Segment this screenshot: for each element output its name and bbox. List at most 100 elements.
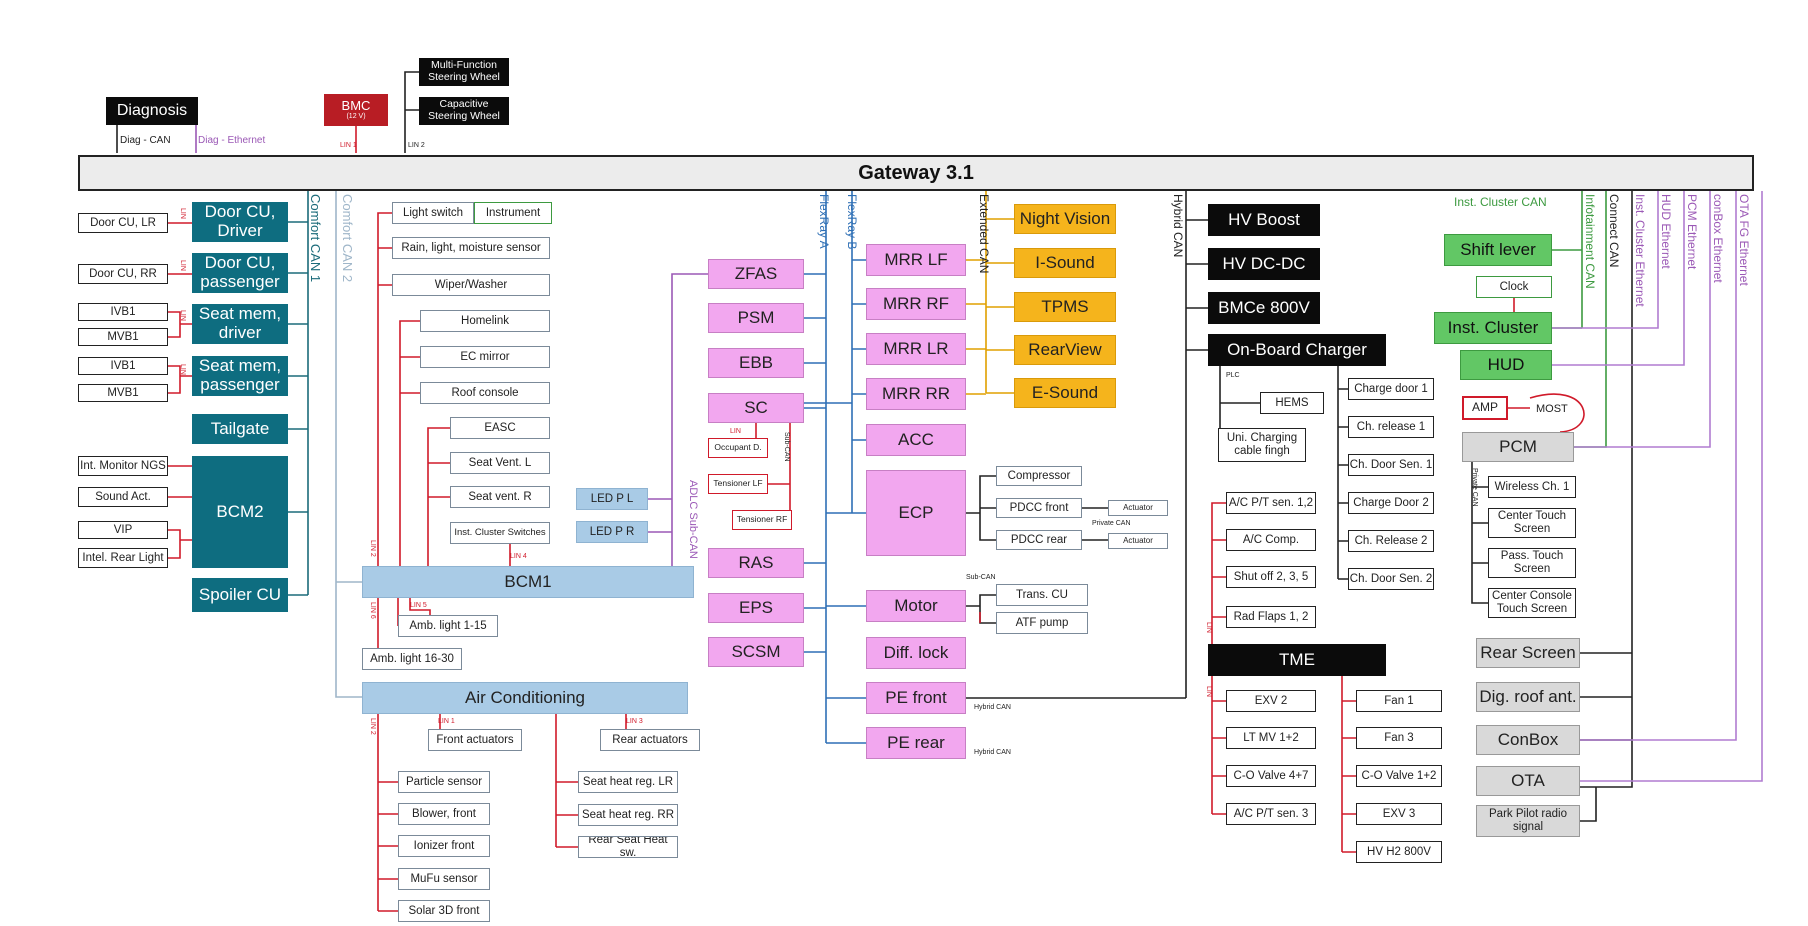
inst-cluster-can-label: Inst. Cluster CAN bbox=[1454, 195, 1547, 209]
roof-console-box: Roof console bbox=[420, 382, 550, 404]
shut-off-box: Shut off 2, 3, 5 bbox=[1226, 566, 1316, 588]
instrument-box: Instrument bbox=[474, 202, 552, 224]
comfort-can1-label: Comfort CAN 1 bbox=[308, 194, 323, 283]
rear-actuators-box: Rear actuators bbox=[600, 729, 700, 751]
i-sound-box: I-Sound bbox=[1014, 248, 1116, 278]
bmc-box: BMC (12 V) bbox=[324, 94, 388, 126]
private-can-ecp-label: Private CAN bbox=[1092, 520, 1131, 527]
door-cu-passenger-box: Door CU, passenger bbox=[192, 253, 288, 293]
inst-cluster-switches-box: Inst. Cluster Switches bbox=[450, 522, 550, 544]
lin-tme-bottom-label: LIN bbox=[1205, 686, 1212, 697]
wiper-washer-box: Wiper/Washer bbox=[392, 274, 550, 296]
led-pl-box: LED P L bbox=[576, 488, 648, 510]
hv-dcdc-box: HV DC-DC bbox=[1208, 248, 1320, 280]
private-can-pcm-label: Private CAN bbox=[1471, 468, 1478, 507]
bmc-voltage: (12 V) bbox=[346, 113, 366, 121]
bmc-label: BMC bbox=[341, 98, 371, 113]
inst-cluster-can-wire bbox=[1552, 191, 1583, 329]
diagnosis-box: Diagnosis bbox=[106, 97, 198, 125]
mrr-lf-box: MRR LF bbox=[866, 244, 966, 276]
ivb1-driver-box: IVB1 bbox=[78, 303, 168, 321]
multifunction-steering-wheel-box: Multi-Function Steering Wheel bbox=[419, 58, 509, 86]
lin6-left-label: LIN 6 bbox=[369, 602, 376, 619]
flexray-a-label: FlexRay A bbox=[817, 194, 831, 249]
conbox-ethernet-label: conBox Ethernet bbox=[1711, 194, 1725, 283]
ota-box: OTA bbox=[1476, 766, 1580, 796]
mvb1-passenger-box: MVB1 bbox=[78, 384, 168, 402]
motor-sub-wires bbox=[966, 594, 996, 624]
amb-light-16-30-box: Amb. light 16-30 bbox=[362, 648, 462, 670]
teal-lin-wires bbox=[168, 222, 192, 559]
charge-door-1-box: Charge door 1 bbox=[1348, 378, 1434, 400]
hybrid-can-pe-rear-label: Hybrid CAN bbox=[974, 749, 1011, 756]
lin-teal-3-label: LIN bbox=[179, 310, 186, 321]
center-console-touch-box: Center Console Touch Screen bbox=[1488, 588, 1576, 618]
extended-can-label: Extended CAN bbox=[977, 194, 991, 274]
fan3-box: Fan 3 bbox=[1356, 727, 1442, 749]
front-actuators-box: Front actuators bbox=[428, 729, 522, 751]
air-conditioning-box: Air Conditioning bbox=[362, 682, 688, 714]
ionizer-front-box: Ionizer front bbox=[398, 835, 490, 857]
motor-box: Motor bbox=[866, 590, 966, 622]
night-vision-box: Night Vision bbox=[1014, 204, 1116, 234]
lin-teal-1-label: LIN bbox=[179, 208, 186, 219]
lin-teal-4-label: LIN bbox=[179, 364, 186, 375]
uni-charging-box: Uni. Charging cable fingh bbox=[1218, 428, 1306, 462]
conbox-box: ConBox bbox=[1476, 725, 1580, 755]
pcm-box: PCM bbox=[1462, 432, 1574, 462]
most-label: MOST bbox=[1536, 403, 1568, 415]
hybrid-can-pe-front-label: Hybrid CAN bbox=[974, 704, 1011, 711]
amp-box: AMP bbox=[1462, 396, 1508, 420]
ec-mirror-box: EC mirror bbox=[420, 346, 550, 368]
ch-door-sen-2-box: Ch. Door Sen. 2 bbox=[1348, 568, 1434, 590]
tme-box: TME bbox=[1208, 644, 1386, 676]
light-switch-box: Light switch bbox=[392, 202, 474, 224]
gateway-box: Gateway 3.1 bbox=[78, 155, 1754, 191]
ota-ethernet-label: OTA FG Ethernet bbox=[1737, 194, 1751, 286]
seat-mem-driver-box: Seat mem, driver bbox=[192, 304, 288, 344]
lin2-left-label: LIN 2 bbox=[369, 540, 376, 557]
clock-box: Clock bbox=[1476, 276, 1552, 298]
lin2-ac-label: LIN 2 bbox=[369, 718, 376, 735]
seat-mem-passenger-box: Seat mem, passenger bbox=[192, 356, 288, 396]
steering-lin-wire bbox=[404, 71, 419, 153]
diag-can-label: Diag - CAN bbox=[120, 135, 171, 146]
flexray-a-wire bbox=[804, 191, 866, 744]
ac-comp-box: A/C Comp. bbox=[1226, 529, 1316, 551]
tensioner-lf-box: Tensioner LF bbox=[708, 474, 768, 494]
seat-heat-rr-box: Seat heat reg. RR bbox=[578, 804, 678, 826]
tme-lin-wires bbox=[1211, 502, 1356, 853]
rear-seat-heat-box: Rear Seat Heat sw. bbox=[578, 836, 678, 858]
infotainment-can-label: Infotainment CAN bbox=[1583, 194, 1597, 289]
actuator-front-box: Actuator bbox=[1108, 500, 1168, 516]
ch-door-sen-1-box: Ch. Door Sen. 1 bbox=[1348, 454, 1434, 476]
diff-lock-box: Diff. lock bbox=[866, 637, 966, 669]
exv3-box: EXV 3 bbox=[1356, 803, 1442, 825]
psm-box: PSM bbox=[708, 303, 804, 333]
easc-box: EASC bbox=[450, 417, 550, 439]
intel-rear-light-box: Intel. Rear Light bbox=[78, 548, 168, 568]
mvb1-driver-box: MVB1 bbox=[78, 328, 168, 346]
bmce-800v-box: BMCe 800V bbox=[1208, 292, 1320, 324]
ch-release-2-box: Ch. Release 2 bbox=[1348, 530, 1434, 552]
particle-sensor-box: Particle sensor bbox=[398, 771, 490, 793]
led-pr-box: LED P R bbox=[576, 521, 648, 543]
diag-ethernet-label: Diag - Ethernet bbox=[198, 135, 266, 146]
trans-cu-box: Trans. CU bbox=[996, 584, 1088, 606]
solar-3d-front-box: Solar 3D front bbox=[398, 900, 490, 922]
pdcc-rear-box: PDCC rear bbox=[996, 530, 1082, 550]
adlc-sub-can-label: ADLC Sub-CAN bbox=[687, 480, 699, 559]
mrr-rr-box: MRR RR bbox=[866, 378, 966, 410]
park-pilot-box: Park Pilot radio signal bbox=[1476, 805, 1580, 837]
tpms-box: TPMS bbox=[1014, 292, 1116, 322]
bcm2-box: BCM2 bbox=[192, 456, 288, 568]
plc-label: PLC bbox=[1226, 372, 1240, 379]
flexray-b-label: FlexRay B bbox=[845, 194, 859, 250]
rad-flaps-box: Rad Flaps 1, 2 bbox=[1226, 606, 1316, 628]
tensioner-rf-box: Tensioner RF bbox=[732, 510, 792, 530]
lin1-ac-label: LIN 1 bbox=[438, 718, 455, 725]
lt-mv-box: LT MV 1+2 bbox=[1226, 727, 1316, 749]
door-cu-lr-box: Door CU, LR bbox=[78, 213, 168, 233]
acc-box: ACC bbox=[866, 424, 966, 456]
lin1-bmc-label: LIN 1 bbox=[340, 142, 357, 149]
